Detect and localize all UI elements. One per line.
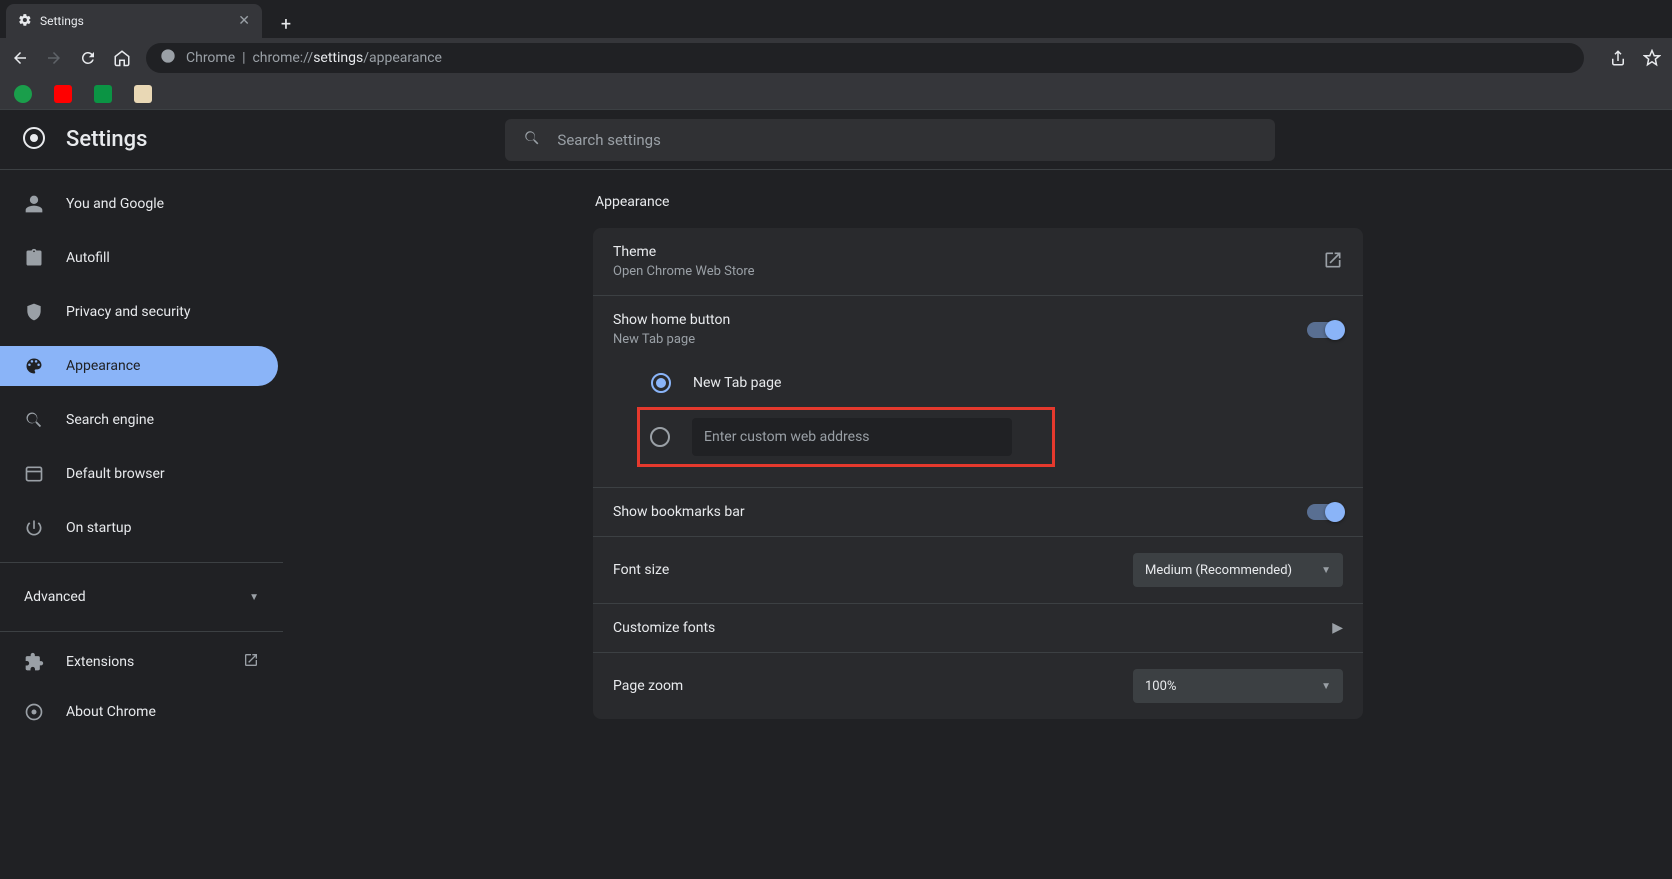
row-customize-fonts[interactable]: Customize fonts ▶ (593, 604, 1363, 653)
settings-body: You and Google Autofill Privacy and secu… (0, 170, 1672, 879)
divider (0, 562, 283, 563)
bookmarks-bar (0, 78, 1672, 110)
external-link-icon (1323, 250, 1343, 274)
radio-label: New Tab page (693, 375, 781, 391)
page-title: Settings (66, 127, 147, 152)
bookmark-icon-1[interactable] (14, 85, 32, 103)
divider (0, 631, 283, 632)
browser-tab[interactable]: Settings ✕ (6, 4, 262, 38)
sidebar-item-label: On startup (66, 520, 132, 536)
row-font-size: Font size Medium (Recommended) ▼ (593, 537, 1363, 604)
bookmark-icon-3[interactable] (94, 85, 112, 103)
page-zoom-select[interactable]: 100% ▼ (1133, 669, 1343, 703)
url-text: Chrome | chrome://settings/appearance (186, 50, 442, 66)
chrome-icon (160, 48, 176, 68)
home-button[interactable] (112, 48, 132, 68)
address-bar[interactable]: Chrome | chrome://settings/appearance (146, 43, 1584, 73)
sidebar-item-startup[interactable]: On startup (0, 508, 283, 548)
chrome-logo-icon (22, 126, 46, 154)
sidebar-item-label: Search engine (66, 412, 154, 428)
content: Appearance Theme Open Chrome Web Store S… (284, 170, 1672, 879)
bookmark-icon-2[interactable] (54, 85, 72, 103)
sidebar-item-privacy[interactable]: Privacy and security (0, 292, 283, 332)
row-home-button: Show home button New Tab page (593, 296, 1363, 363)
caret-down-icon: ▼ (1321, 565, 1331, 576)
chrome-icon (24, 702, 44, 722)
chevron-down-icon: ▼ (249, 592, 259, 603)
sidebar-item-label: Appearance (66, 358, 140, 374)
sidebar-item-appearance[interactable]: Appearance (0, 346, 278, 386)
settings-card: Theme Open Chrome Web Store Show home bu… (593, 228, 1363, 719)
search-settings[interactable]: Search settings (505, 119, 1275, 161)
extensions-label: Extensions (66, 654, 134, 670)
about-label: About Chrome (66, 704, 156, 720)
theme-subtitle: Open Chrome Web Store (613, 264, 755, 279)
sidebar-item-autofill[interactable]: Autofill (0, 238, 283, 278)
sidebar-item-label: You and Google (66, 196, 164, 212)
clipboard-icon (24, 248, 44, 268)
customize-fonts-title: Customize fonts (613, 620, 715, 636)
back-button[interactable] (10, 48, 30, 68)
row-bookmarks-bar: Show bookmarks bar (593, 488, 1363, 537)
radio-button[interactable] (651, 373, 671, 393)
sidebar-item-label: Autofill (66, 250, 110, 266)
sidebar-item-label: Privacy and security (66, 304, 190, 320)
home-toggle[interactable] (1307, 322, 1343, 338)
reload-button[interactable] (78, 48, 98, 68)
star-icon[interactable] (1642, 48, 1662, 68)
tab-title: Settings (40, 14, 84, 28)
sidebar-extensions[interactable]: Extensions (0, 642, 283, 682)
puzzle-icon (24, 652, 44, 672)
bookmarks-toggle[interactable] (1307, 504, 1343, 520)
highlighted-custom-address (637, 407, 1055, 467)
close-icon[interactable]: ✕ (238, 13, 250, 29)
section-title: Appearance (593, 194, 1363, 210)
bookmarks-title: Show bookmarks bar (613, 504, 745, 520)
custom-address-input[interactable] (692, 418, 1012, 456)
row-theme[interactable]: Theme Open Chrome Web Store (593, 228, 1363, 296)
advanced-label: Advanced (24, 589, 86, 605)
theme-title: Theme (613, 244, 755, 260)
radio-new-tab[interactable]: New Tab page (651, 373, 1343, 393)
font-size-select[interactable]: Medium (Recommended) ▼ (1133, 553, 1343, 587)
browser-toolbar: Chrome | chrome://settings/appearance (0, 38, 1672, 78)
external-link-icon (243, 652, 259, 672)
page-zoom-value: 100% (1145, 679, 1176, 694)
browser-icon (24, 464, 44, 484)
tab-strip: Settings ✕ + (0, 0, 1672, 38)
font-size-title: Font size (613, 562, 669, 578)
gear-icon (18, 13, 32, 30)
search-icon (24, 410, 44, 430)
radio-button[interactable] (650, 427, 670, 447)
search-placeholder: Search settings (557, 131, 660, 149)
home-subtitle: New Tab page (613, 332, 730, 347)
sidebar-item-search-engine[interactable]: Search engine (0, 400, 283, 440)
sidebar-advanced[interactable]: Advanced ▼ (0, 571, 283, 623)
home-radio-group: New Tab page (593, 363, 1363, 488)
sidebar-about[interactable]: About Chrome (0, 692, 283, 732)
sidebar-item-label: Default browser (66, 466, 165, 482)
sidebar-item-default-browser[interactable]: Default browser (0, 454, 283, 494)
power-icon (24, 518, 44, 538)
forward-button[interactable] (44, 48, 64, 68)
bookmark-icon-4[interactable] (134, 85, 152, 103)
sidebar-item-you-and-google[interactable]: You and Google (0, 184, 283, 224)
new-tab-button[interactable]: + (272, 10, 300, 38)
share-icon[interactable] (1608, 48, 1628, 68)
palette-icon (24, 356, 44, 376)
page-zoom-title: Page zoom (613, 678, 683, 694)
shield-icon (24, 302, 44, 322)
home-title: Show home button (613, 312, 730, 328)
settings-header: Settings Search settings (0, 110, 1672, 170)
font-size-value: Medium (Recommended) (1145, 563, 1292, 578)
sidebar: You and Google Autofill Privacy and secu… (0, 170, 284, 879)
search-icon (523, 129, 541, 151)
caret-down-icon: ▼ (1321, 681, 1331, 692)
person-icon (24, 194, 44, 214)
chevron-right-icon: ▶ (1332, 620, 1343, 636)
row-page-zoom: Page zoom 100% ▼ (593, 653, 1363, 719)
